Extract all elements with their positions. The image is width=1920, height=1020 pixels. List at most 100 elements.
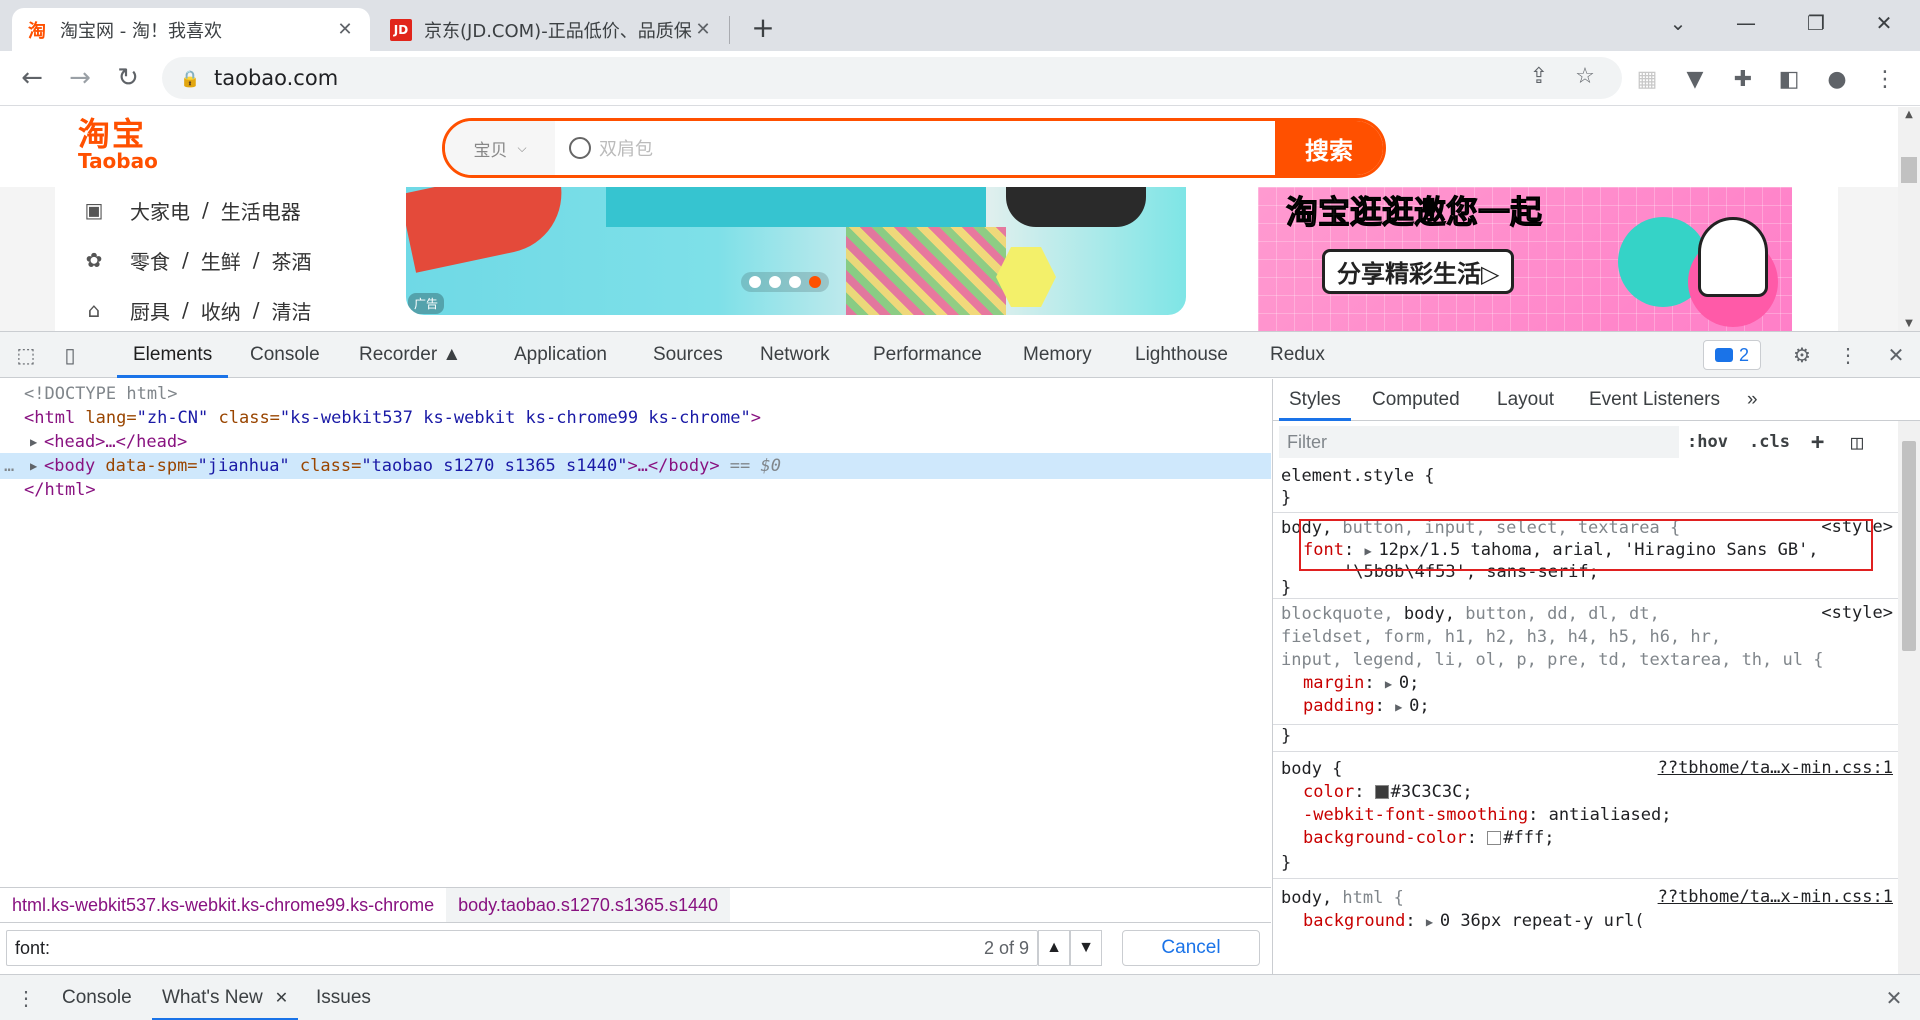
promo-banner[interactable]: 淘宝逛逛邀您一起 分享精彩生活▷ <box>1258 187 1792 331</box>
expand-triangle-icon[interactable]: ▶ <box>1395 696 1409 719</box>
cls-toggle[interactable]: .cls <box>1749 428 1790 456</box>
category-link[interactable]: 零食 <box>130 246 170 275</box>
more-tabs-icon[interactable]: » <box>1747 379 1758 421</box>
tab-styles[interactable]: Styles <box>1279 379 1351 421</box>
tab-console[interactable]: Console <box>250 332 320 378</box>
css-declaration[interactable]: margin: ▶ 0; <box>1303 672 1419 696</box>
computed-sidebar-icon[interactable]: ◫ <box>1851 428 1863 456</box>
drawer-menu-icon[interactable]: ⋮ <box>12 984 40 1012</box>
css-declaration[interactable]: padding: ▶ 0; <box>1303 695 1430 719</box>
vue-extension-icon[interactable]: ▼ <box>1678 62 1712 96</box>
tab-network[interactable]: Network <box>760 332 830 378</box>
tab-redux[interactable]: Redux <box>1270 332 1325 378</box>
drawer-tab-whats-new[interactable]: What's New ✕ <box>151 975 299 1020</box>
search-category-select[interactable]: 宝贝 ⌵ <box>445 121 555 175</box>
puzzle-icon[interactable]: ✚ <box>1726 62 1760 96</box>
styles-filter-input[interactable]: Filter <box>1279 426 1679 458</box>
back-icon[interactable]: ← <box>14 60 50 96</box>
carousel-dot[interactable] <box>749 276 761 288</box>
tab-lighthouse[interactable]: Lighthouse <box>1135 332 1228 378</box>
tab-elements[interactable]: Elements <box>116 332 229 378</box>
dom-node-body[interactable]: … ▶ <body data-spm= "jianhua" class= "taobao… <box>0 453 1271 479</box>
find-input[interactable]: font: 2 of 9 <box>6 930 1038 966</box>
page-scrollbar[interactable]: ▲ ▼ <box>1898 107 1920 331</box>
find-next-icon[interactable]: ▼ <box>1070 930 1102 966</box>
css-declaration[interactable]: background: ▶ 0 36px repeat-y url( <box>1303 910 1645 934</box>
close-tab-icon[interactable]: ✕ <box>692 19 714 41</box>
css-declaration[interactable]: background-color: #fff; <box>1303 827 1554 850</box>
profile-avatar-icon[interactable]: ● <box>1820 62 1854 96</box>
css-declaration[interactable]: -webkit-font-smoothing: antialiased; <box>1303 804 1671 827</box>
settings-gear-icon[interactable]: ⚙ <box>1788 341 1816 369</box>
close-drawer-tab-icon[interactable]: ✕ <box>275 988 288 1008</box>
rule-selector[interactable]: blockquote, body, button, dd, dl, dt, <box>1281 603 1660 626</box>
dom-node-head[interactable]: ▶ <head>…</head> <box>0 429 1271 455</box>
tab-computed[interactable]: Computed <box>1372 379 1460 421</box>
dom-node-doctype[interactable]: <!DOCTYPE html> <box>0 381 1271 407</box>
close-tab-icon[interactable]: ✕ <box>334 19 356 41</box>
breadcrumb-item[interactable]: html.ks-webkit537.ks-webkit.ks-chrome99.… <box>0 888 446 922</box>
carousel-dot-active[interactable] <box>809 276 821 288</box>
tab-event-listeners[interactable]: Event Listeners <box>1589 379 1720 421</box>
scroll-thumb[interactable] <box>1902 441 1916 651</box>
rule-source-link[interactable]: ??tbhome/ta…x-min.css:1 <box>1658 758 1893 778</box>
category-link[interactable]: 生活电器 <box>221 196 301 225</box>
close-window-icon[interactable]: ✕ <box>1864 6 1904 40</box>
close-drawer-icon[interactable]: ✕ <box>1880 984 1908 1012</box>
device-toolbar-icon[interactable]: ▯ <box>56 341 84 369</box>
bookmark-star-icon[interactable]: ☆ <box>1568 59 1602 93</box>
color-swatch-icon[interactable] <box>1487 831 1502 845</box>
close-devtools-icon[interactable]: ✕ <box>1882 341 1910 369</box>
issues-counter-button[interactable]: 2 <box>1703 340 1761 370</box>
search-button[interactable]: 搜索 <box>1275 121 1383 175</box>
dom-node-html-close[interactable]: </html> <box>0 477 1271 503</box>
rule-selector[interactable]: body, html { <box>1281 887 1404 910</box>
expand-triangle-icon[interactable]: ▶ <box>1426 911 1440 934</box>
rule-source-link[interactable]: ??tbhome/ta…x-min.css:1 <box>1658 887 1893 907</box>
hov-toggle[interactable]: :hov <box>1687 428 1728 456</box>
tab-sources[interactable]: Sources <box>653 332 723 378</box>
dom-node-html[interactable]: <html lang= "zh-CN" class= "ks-webkit537 k… <box>0 405 1271 431</box>
rule-selector[interactable]: body { <box>1281 758 1342 781</box>
rule-source[interactable]: <style> <box>1821 603 1893 623</box>
css-declaration[interactable]: color: #3C3C3C; <box>1303 781 1473 804</box>
tab-performance[interactable]: Performance <box>873 332 982 378</box>
scroll-down-icon[interactable]: ▼ <box>1898 318 1920 329</box>
tab-jd[interactable]: JD 京东(JD.COM)-正品低价、品质保 ✕ <box>376 8 728 51</box>
drawer-tab-issues[interactable]: Issues <box>316 975 371 1020</box>
expand-triangle-icon[interactable]: ▶ <box>1385 673 1399 696</box>
search-input[interactable]: 双肩包 <box>555 135 1275 161</box>
category-link[interactable]: 茶酒 <box>272 246 312 275</box>
forward-icon[interactable]: → <box>62 60 98 96</box>
reload-icon[interactable]: ↻ <box>110 60 146 96</box>
scroll-up-icon[interactable]: ▲ <box>1898 109 1920 120</box>
new-tab-button[interactable]: + <box>746 10 780 44</box>
taobao-logo[interactable]: 淘宝 Taobao <box>78 117 158 171</box>
rule-selector[interactable]: element.style { <box>1281 465 1435 488</box>
find-cancel-button[interactable]: Cancel <box>1122 930 1260 966</box>
inspect-element-icon[interactable]: ⬚ <box>12 341 40 369</box>
tab-search-icon[interactable]: ⌄ <box>1658 6 1698 40</box>
tab-application[interactable]: Application <box>514 332 607 378</box>
scroll-thumb[interactable] <box>1901 157 1917 183</box>
category-link[interactable]: 生鲜 <box>201 246 241 275</box>
tab-recorder[interactable]: Recorder ▲ <box>359 332 461 378</box>
find-previous-icon[interactable]: ▲ <box>1038 930 1070 966</box>
breadcrumb-item-active[interactable]: body.taobao.s1270.s1365.s1440 <box>446 888 731 922</box>
carousel-dot[interactable] <box>769 276 781 288</box>
category-link[interactable]: 清洁 <box>272 296 312 325</box>
color-swatch-icon[interactable] <box>1374 785 1389 799</box>
drawer-tab-console[interactable]: Console <box>62 975 132 1020</box>
restore-icon[interactable]: ❐ <box>1796 6 1836 40</box>
side-panel-icon[interactable]: ◧ <box>1772 62 1806 96</box>
category-link[interactable]: 大家电 <box>130 196 190 225</box>
minimize-icon[interactable]: — <box>1726 6 1766 40</box>
tab-memory[interactable]: Memory <box>1023 332 1092 378</box>
node-actions-icon[interactable]: … <box>4 456 30 476</box>
expand-triangle-icon[interactable]: ▶ <box>30 435 44 449</box>
menu-kebab-icon[interactable]: ⋮ <box>1868 62 1902 96</box>
tab-layout[interactable]: Layout <box>1497 379 1554 421</box>
devtools-menu-icon[interactable]: ⋮ <box>1834 341 1862 369</box>
carousel-dot[interactable] <box>789 276 801 288</box>
category-link[interactable]: 厨具 <box>130 296 170 325</box>
